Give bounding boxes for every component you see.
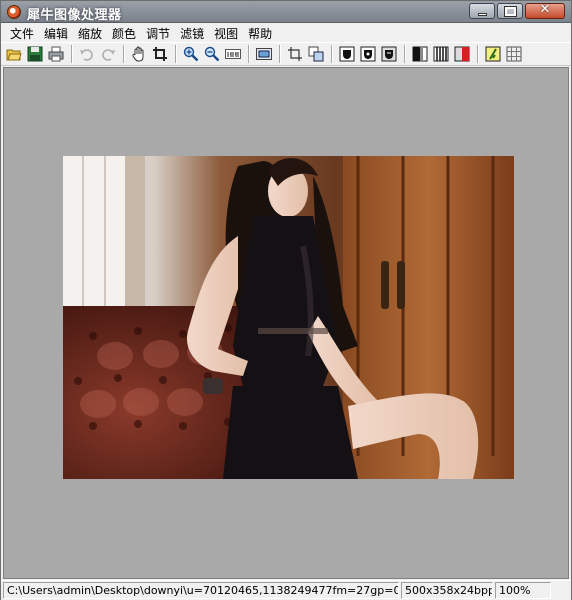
redo-button[interactable]	[98, 44, 118, 64]
menu-filter[interactable]: 滤镜	[175, 23, 209, 42]
color-balance-icon	[454, 46, 470, 62]
close-icon: ✕	[539, 2, 551, 17]
hand-tool-button[interactable]	[129, 44, 149, 64]
hand-icon	[132, 46, 144, 62]
menu-edit[interactable]: 编辑	[39, 23, 73, 42]
redo-icon	[102, 49, 115, 61]
menu-bar: 文件 编辑 缩放 颜色 调节 滤镜 视图 帮助	[1, 23, 571, 42]
mask-2-icon	[360, 46, 376, 62]
open-button[interactable]	[4, 44, 24, 64]
zoom-out-icon	[204, 46, 220, 62]
zoom-in-button[interactable]	[181, 44, 201, 64]
menu-help[interactable]: 帮助	[243, 23, 277, 42]
close-button[interactable]: ✕	[525, 2, 565, 19]
grayscale-icon	[412, 46, 428, 62]
toolbar-separator	[331, 45, 333, 63]
fit-window-button[interactable]	[254, 44, 274, 64]
resize-grip[interactable]	[553, 582, 565, 599]
grid-button[interactable]	[504, 44, 524, 64]
status-zoom: 100%	[495, 582, 551, 599]
save-icon	[27, 46, 43, 62]
crop-button[interactable]	[150, 44, 170, 64]
toolbar-separator	[71, 45, 73, 63]
mask-2-button[interactable]	[358, 44, 378, 64]
minimize-icon	[478, 13, 487, 16]
canvas-size-button[interactable]	[285, 44, 305, 64]
status-bar: C:\Users\admin\Desktop\downyi\u=70120465…	[1, 580, 571, 600]
undo-button[interactable]	[77, 44, 97, 64]
grid-icon	[506, 46, 522, 62]
mask-1-button[interactable]	[337, 44, 357, 64]
menu-file[interactable]: 文件	[5, 23, 39, 42]
menu-color[interactable]: 颜色	[107, 23, 141, 42]
mask-1-icon	[339, 46, 355, 62]
status-file-path: C:\Users\admin\Desktop\downyi\u=70120465…	[3, 582, 399, 599]
color-balance-button[interactable]	[452, 44, 472, 64]
window-title: 犀牛图像处理器	[27, 8, 122, 23]
resize-button[interactable]	[306, 44, 326, 64]
open-icon	[6, 49, 22, 61]
photo-image	[63, 156, 514, 479]
crop-icon	[153, 47, 167, 61]
toolbar-separator	[123, 45, 125, 63]
status-dimensions: 500x358x24bpp	[401, 582, 493, 599]
actual-size-icon	[225, 49, 241, 59]
effect-icon	[485, 46, 501, 62]
toolbar-separator	[248, 45, 250, 63]
toolbar-separator	[279, 45, 281, 63]
menu-view[interactable]: 视图	[209, 23, 243, 42]
undo-icon	[80, 49, 93, 61]
app-window: 犀牛图像处理器 ✕ 文件 编辑 缩放 颜色 调节 滤镜 视图 帮助 C:\Use…	[0, 0, 572, 600]
maximize-icon	[504, 6, 517, 17]
columns-button[interactable]	[431, 44, 451, 64]
toolbar-separator	[477, 45, 479, 63]
save-button[interactable]	[25, 44, 45, 64]
mask-3-button[interactable]	[379, 44, 399, 64]
mask-3-icon	[381, 46, 397, 62]
columns-icon	[433, 46, 449, 62]
effect-button[interactable]	[483, 44, 503, 64]
toolbar-separator	[175, 45, 177, 63]
app-logo-icon[interactable]	[7, 5, 21, 19]
loaded-photo	[63, 156, 514, 479]
title-bar[interactable]: 犀牛图像处理器 ✕	[1, 1, 571, 23]
grayscale-button[interactable]	[410, 44, 430, 64]
toolbar	[1, 42, 571, 66]
menu-zoom[interactable]: 缩放	[73, 23, 107, 42]
maximize-button[interactable]	[497, 3, 523, 19]
zoom-out-button[interactable]	[202, 44, 222, 64]
toolbar-separator	[404, 45, 406, 63]
menu-adjust[interactable]: 调节	[141, 23, 175, 42]
minimize-button[interactable]	[469, 3, 495, 19]
print-icon	[48, 46, 64, 62]
print-button[interactable]	[46, 44, 66, 64]
zoom-in-icon	[183, 46, 199, 62]
canvas-size-icon	[288, 47, 302, 61]
actual-size-button[interactable]	[223, 44, 243, 64]
resize-icon	[308, 46, 324, 62]
fit-window-icon	[256, 48, 272, 60]
image-canvas[interactable]	[3, 67, 569, 579]
